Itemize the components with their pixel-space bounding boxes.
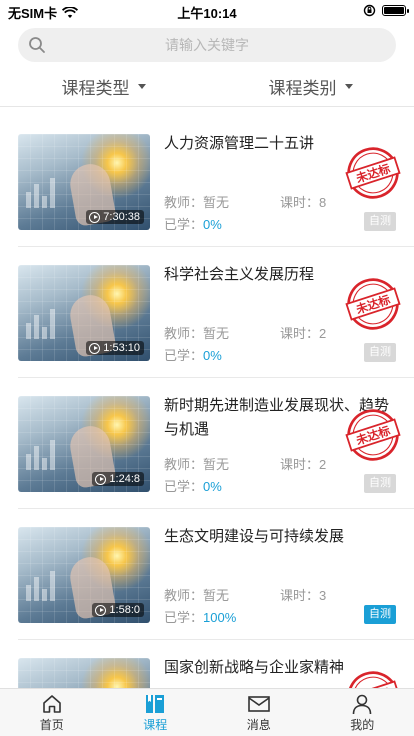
filter-label: 课程类型 xyxy=(61,78,130,98)
progress-label: 已学： xyxy=(164,610,204,625)
tab-label: 首页 xyxy=(39,717,64,732)
progress-label: 已学： xyxy=(164,348,204,363)
search-bar[interactable] xyxy=(18,28,396,62)
course-list[interactable]: 7:30:38 人力资源管理二十五讲 教师：暂无 课时：8 已学：0% 自测 未… xyxy=(0,116,414,688)
tab-home[interactable]: 首页 xyxy=(0,689,104,736)
course-thumbnail[interactable] xyxy=(18,658,150,688)
tab-messages[interactable]: 消息 xyxy=(207,689,311,736)
play-icon xyxy=(89,211,101,223)
tab-label: 课程 xyxy=(143,717,168,732)
duration-badge: 1:53:10 xyxy=(86,341,144,355)
hours-text: 课时：8 xyxy=(280,195,327,210)
course-thumbnail[interactable]: 1:58:0 xyxy=(18,527,150,623)
play-icon xyxy=(89,342,101,354)
hours-text: 课时：3 xyxy=(280,588,327,603)
course-meta: 教师：暂无 课时：2 xyxy=(164,323,364,342)
filter-bar: 课程类型 课程类别 xyxy=(0,68,414,104)
course-thumbnail[interactable]: 1:24:8 xyxy=(18,396,150,492)
teacher-text: 教师：暂无 xyxy=(164,588,230,603)
duration-badge: 1:24:8 xyxy=(92,472,144,486)
self-test-button[interactable]: 自测 xyxy=(364,212,396,231)
self-test-button[interactable]: 自测 xyxy=(364,605,396,624)
tab-label: 我的 xyxy=(350,717,375,732)
battery-icon xyxy=(382,5,409,16)
self-test-button[interactable]: 自测 xyxy=(364,343,396,362)
duration-badge: 7:30:38 xyxy=(86,210,144,224)
course-item[interactable]: 7:30:38 人力资源管理二十五讲 教师：暂无 课时：8 已学：0% 自测 未… xyxy=(18,116,414,247)
status-bar: 无SIM卡 上午10:14 xyxy=(0,0,414,22)
course-meta: 教师：暂无 课时：2 xyxy=(164,454,364,473)
teacher-text: 教师：暂无 xyxy=(164,457,230,472)
filter-label: 课程类别 xyxy=(268,78,337,98)
caret-down-icon xyxy=(137,83,146,89)
home-icon xyxy=(42,694,61,713)
progress-label: 已学： xyxy=(164,479,204,494)
status-icons xyxy=(363,4,409,17)
progress-value: 0% xyxy=(203,348,222,363)
progress-value: 0% xyxy=(203,479,222,494)
person-icon xyxy=(352,694,372,714)
hours-text: 课时：2 xyxy=(280,326,327,341)
duration-text: 1:58:0 xyxy=(109,604,140,616)
course-meta: 教师：暂无 课时：8 xyxy=(164,192,364,211)
course-title[interactable]: 生态文明建设与可持续发展 xyxy=(164,525,394,549)
course-thumbnail[interactable]: 7:30:38 xyxy=(18,134,150,230)
course-item[interactable]: 国家创新战略与企业家精神 未达标 xyxy=(18,640,414,688)
teacher-text: 教师：暂无 xyxy=(164,326,230,341)
progress-row: 已学：100% xyxy=(164,607,236,626)
tab-profile[interactable]: 我的 xyxy=(311,689,414,736)
caret-down-icon xyxy=(344,83,353,89)
tab-courses[interactable]: 课程 xyxy=(104,689,208,736)
play-icon xyxy=(95,604,107,616)
mail-icon xyxy=(247,695,270,712)
course-item[interactable]: 1:53:10 科学社会主义发展历程 教师：暂无 课时：2 已学：0% 自测 未… xyxy=(18,247,414,378)
divider xyxy=(0,106,414,107)
progress-row: 已学：0% xyxy=(164,476,222,495)
clock: 上午10:14 xyxy=(177,6,237,21)
hours-text: 课时：2 xyxy=(280,457,327,472)
course-thumbnail[interactable]: 1:53:10 xyxy=(18,265,150,361)
filter-course-category[interactable]: 课程类别 xyxy=(207,68,414,104)
duration-text: 1:24:8 xyxy=(109,473,140,485)
progress-row: 已学：0% xyxy=(164,214,222,233)
course-meta: 教师：暂无 课时：3 xyxy=(164,585,364,604)
progress-label: 已学： xyxy=(164,217,204,232)
course-item[interactable]: 1:58:0 生态文明建设与可持续发展 教师：暂无 课时：3 已学：100% 自… xyxy=(18,509,414,640)
course-item[interactable]: 1:24:8 新时期先进制造业发展现状、趋势与机遇 教师：暂无 课时：2 已学：… xyxy=(18,378,414,509)
duration-text: 1:53:10 xyxy=(103,342,140,354)
play-icon xyxy=(95,473,107,485)
progress-row: 已学：0% xyxy=(164,345,222,364)
duration-text: 7:30:38 xyxy=(103,211,140,223)
teacher-text: 教师：暂无 xyxy=(164,195,230,210)
progress-value: 0% xyxy=(203,217,222,232)
progress-value: 100% xyxy=(203,610,237,625)
filter-course-type[interactable]: 课程类型 xyxy=(0,68,207,104)
tab-label: 消息 xyxy=(246,717,271,732)
book-icon xyxy=(146,694,165,713)
search-input[interactable] xyxy=(18,28,396,62)
self-test-button[interactable]: 自测 xyxy=(364,474,396,493)
orientation-lock-icon xyxy=(363,4,376,17)
tab-bar: 首页 课程 消息 我的 xyxy=(0,688,414,736)
duration-badge: 1:58:0 xyxy=(92,603,144,617)
